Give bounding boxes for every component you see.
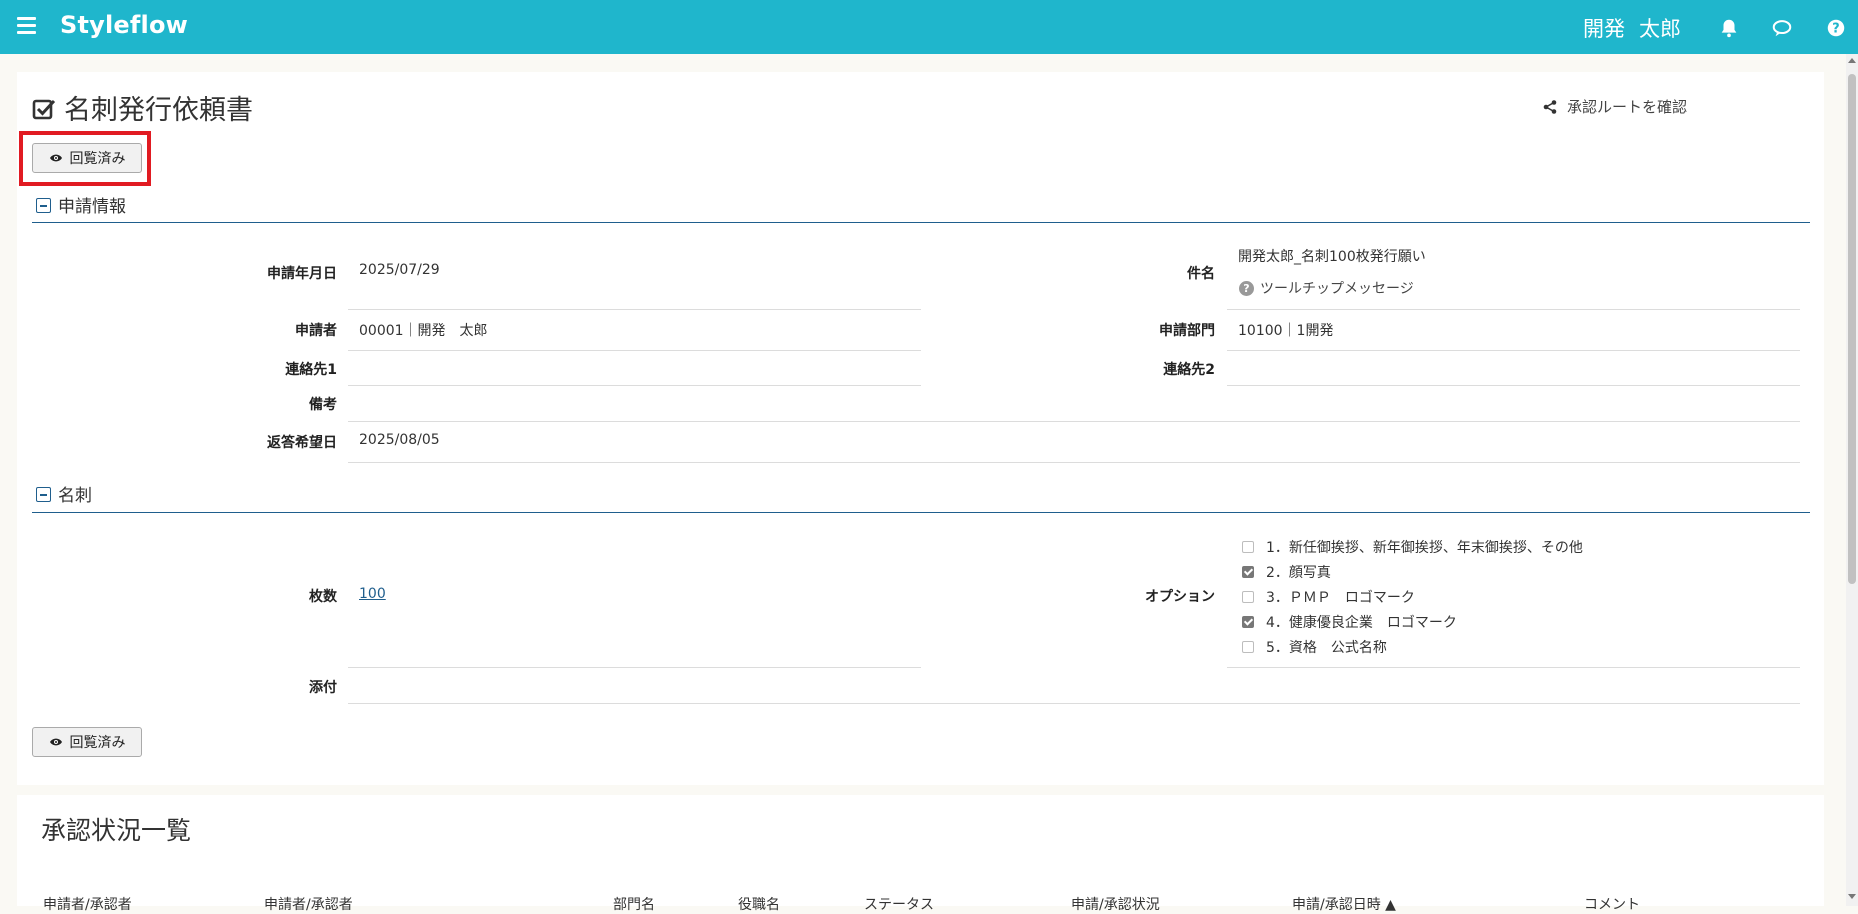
top-bar: Styleflow 開発 太郎 ? (0, 0, 1858, 54)
row-divider (1227, 667, 1800, 668)
user-last-name: 開発 (1583, 17, 1625, 41)
column-header[interactable]: 申請/承認状況 (1071, 894, 1160, 914)
field-value-department: 10100｜1開発 (1238, 323, 1334, 339)
row-divider (348, 350, 921, 351)
option-label: 2．顔写真 (1266, 565, 1331, 581)
bell-icon[interactable] (1718, 17, 1740, 39)
chat-icon[interactable] (1771, 17, 1793, 39)
field-value-count[interactable]: 100 (359, 586, 386, 602)
count-link[interactable]: 100 (359, 586, 386, 602)
approval-card (17, 795, 1824, 906)
row-divider (348, 385, 921, 386)
scroll-up-icon[interactable] (1848, 58, 1856, 63)
column-header[interactable]: 役職名 (738, 894, 780, 914)
column-header[interactable]: 部門名 (613, 894, 655, 914)
field-label-department: 申請部門 (1159, 323, 1215, 339)
brand-logo[interactable]: Styleflow (60, 11, 188, 39)
row-divider (1227, 385, 1800, 386)
field-label-remarks: 備考 (309, 397, 337, 413)
option-label: 4．健康優良企業 ロゴマーク (1266, 615, 1457, 631)
field-value-reply-date: 2025/08/05 (359, 432, 440, 448)
svg-text:?: ? (1832, 22, 1839, 37)
user-name[interactable]: 開発 太郎 (1583, 13, 1681, 43)
option-item[interactable]: 2．顔写真 (1242, 562, 1331, 582)
help-icon[interactable]: ? (1825, 17, 1847, 39)
tooltip-text: ツールチップメッセージ (1260, 281, 1414, 297)
field-label-reply-date: 返答希望日 (267, 435, 337, 451)
option-item[interactable]: 5．資格 公式名称 (1242, 637, 1387, 657)
eye-icon (49, 154, 62, 162)
column-header[interactable]: 申請者/承認者 (43, 894, 132, 914)
field-label-applicant: 申請者 (295, 323, 337, 339)
field-label-options: オプション (1145, 589, 1215, 605)
option-item[interactable]: 3．ＰＭＰ ロゴマーク (1242, 587, 1415, 607)
field-label-subject: 件名 (1187, 266, 1215, 282)
section-title-application: 申請情報 (58, 197, 126, 217)
field-value-subject: 開発太郎_名刺100枚発行願い (1238, 249, 1426, 265)
field-label-attachment: 添付 (309, 680, 337, 696)
field-value-applicant: 00001｜開発 太郎 (359, 323, 488, 339)
option-item[interactable]: 4．健康優良企業 ロゴマーク (1242, 612, 1457, 632)
row-divider (1227, 309, 1800, 310)
row-divider (348, 667, 921, 668)
column-header-sorted[interactable]: 申請/承認日時 ▲ (1292, 894, 1396, 914)
row-divider (348, 703, 1800, 704)
option-item[interactable]: 1．新任御挨拶、新年御挨拶、年末御挨拶、その他 (1242, 537, 1583, 557)
field-value-date: 2025/07/29 (359, 262, 440, 278)
approval-status-title: 承認状況一覧 (41, 816, 192, 845)
section-toggle-application[interactable]: 申請情報 (36, 192, 126, 217)
option-checkbox[interactable] (1242, 641, 1254, 653)
viewed-button-top[interactable]: 回覧済み (32, 143, 142, 173)
viewed-button-bottom[interactable]: 回覧済み (32, 727, 142, 757)
section-divider (32, 222, 1810, 223)
eye-icon (49, 738, 62, 746)
tooltip-message[interactable]: ? ツールチップメッセージ (1239, 278, 1414, 298)
row-divider (348, 462, 1800, 463)
scroll-down-icon[interactable] (1848, 894, 1856, 899)
help-circle-icon[interactable]: ? (1239, 280, 1254, 296)
column-header[interactable]: コメント (1584, 894, 1640, 914)
collapse-icon[interactable] (36, 487, 51, 502)
approval-route-label: 承認ルートを確認 (1567, 98, 1688, 116)
checkbox-checked-icon (32, 99, 56, 120)
option-checkbox[interactable] (1242, 591, 1254, 603)
menu-icon[interactable] (17, 17, 36, 36)
option-label: 1．新任御挨拶、新年御挨拶、年末御挨拶、その他 (1266, 540, 1583, 556)
field-label-date: 申請年月日 (267, 266, 337, 282)
option-label: 5．資格 公式名称 (1266, 640, 1387, 656)
page-title-text: 名刺発行依頼書 (64, 95, 253, 126)
page-scrollbar[interactable] (1846, 54, 1858, 906)
approval-route-link[interactable]: 承認ルートを確認 (1543, 96, 1687, 117)
viewed-button-label: 回覧済み (69, 735, 126, 751)
page-title: 名刺発行依頼書 (32, 88, 253, 127)
option-checkbox[interactable] (1242, 541, 1254, 553)
viewed-button-label: 回覧済み (69, 151, 126, 167)
field-label-count: 枚数 (309, 589, 337, 605)
column-header[interactable]: 申請者/承認者 (264, 894, 353, 914)
scrollbar-thumb[interactable] (1848, 74, 1856, 584)
share-icon (1543, 100, 1557, 114)
section-toggle-card[interactable]: 名刺 (36, 481, 92, 506)
option-checkbox-checked[interactable] (1242, 616, 1254, 628)
field-label-contact1: 連絡先1 (285, 362, 337, 378)
row-divider (1227, 350, 1800, 351)
column-header[interactable]: ステータス (864, 894, 934, 914)
option-checkbox-checked[interactable] (1242, 566, 1254, 578)
option-label: 3．ＰＭＰ ロゴマーク (1266, 590, 1415, 606)
field-label-contact2: 連絡先2 (1163, 362, 1215, 378)
section-title-card: 名刺 (58, 486, 92, 506)
collapse-icon[interactable] (36, 198, 51, 213)
user-first-name: 太郎 (1639, 17, 1681, 41)
section-divider (32, 512, 1810, 513)
row-divider (348, 421, 1800, 422)
row-divider (348, 309, 921, 310)
